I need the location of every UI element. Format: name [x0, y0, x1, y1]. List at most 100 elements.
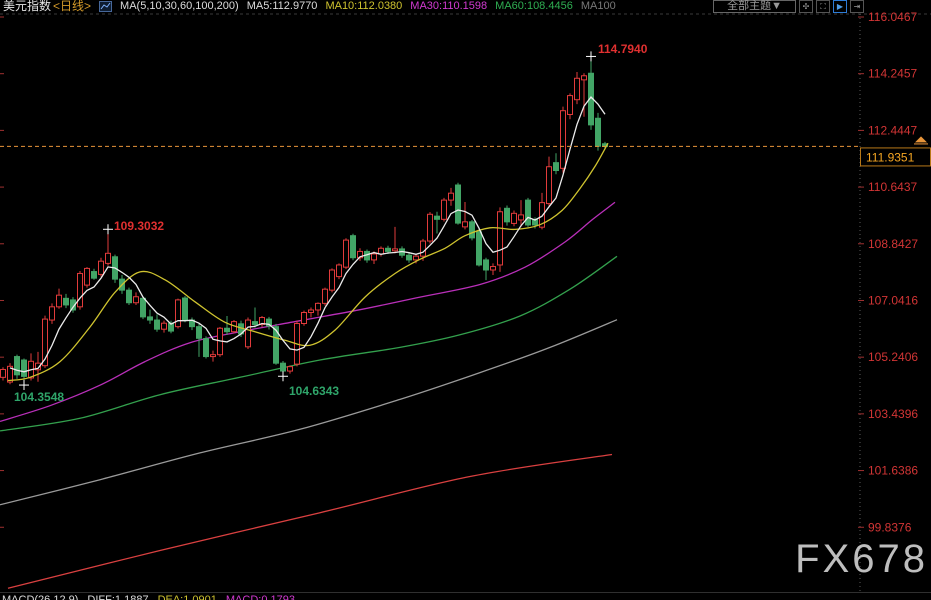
watermark: FX678	[795, 537, 928, 582]
annotations: 114.7940 109.3032 104.3548 104.6343	[14, 42, 648, 404]
candle	[1, 367, 6, 380]
y-axis-label: 101.6386	[868, 464, 918, 478]
candle	[323, 288, 328, 306]
auto-follow-icon-button[interactable]: ▶	[833, 0, 847, 13]
candle	[50, 303, 55, 323]
candle	[470, 220, 475, 240]
candle	[64, 294, 69, 308]
candle	[505, 205, 510, 225]
candle	[393, 227, 398, 253]
y-axis-label: 114.2457	[868, 67, 917, 81]
candle	[547, 157, 552, 206]
macd-footer: MACD(26,12,9) DIFF:1.1887 DEA:1.0901 MAC…	[2, 594, 295, 600]
candle	[204, 336, 209, 358]
ma-line-ma5	[10, 97, 605, 372]
macd-params-label: MACD(26,12,9)	[2, 594, 78, 600]
y-axis-label: 103.4396	[868, 407, 918, 421]
candle	[491, 263, 496, 275]
price-annotation: 104.6343	[289, 384, 339, 398]
current-price-value: 111.9351	[866, 150, 915, 164]
ma-settings-label[interactable]: MA(5,10,30,60,100,200)	[120, 0, 239, 13]
candle	[428, 212, 433, 243]
price-annotation: 114.7940	[598, 42, 648, 56]
macd-diff-readout: DIFF:1.1887	[87, 594, 148, 600]
candle	[337, 263, 342, 279]
candle	[351, 234, 356, 260]
y-axis-label: 107.0416	[868, 293, 918, 307]
candle	[554, 153, 559, 174]
candle	[176, 299, 181, 329]
toolbar-right-cluster: 全部主题▼ ✣ ⛶ ▶ ⇥	[713, 0, 864, 13]
candles	[1, 56, 608, 385]
candle	[78, 271, 83, 310]
ma60-readout: MA60:108.4456	[495, 0, 573, 13]
toolbar: 美元指数 <日线> MA(5,10,30,60,100,200) MA5:112…	[0, 0, 931, 13]
candle	[183, 296, 188, 322]
charting-app: 116.0467114.2457112.4447110.6437108.8427…	[0, 0, 931, 600]
candle	[498, 207, 503, 272]
candle	[267, 317, 272, 330]
candle	[190, 318, 195, 331]
candle	[596, 113, 601, 151]
candle	[316, 302, 321, 315]
candle	[106, 229, 111, 265]
ma-line-ma60	[0, 256, 617, 431]
all-themes-button[interactable]: 全部主题▼	[713, 0, 796, 13]
candle	[260, 316, 265, 327]
pan-right-icon: ⇥	[854, 2, 861, 11]
candle	[302, 311, 307, 326]
price-annotation: 109.3032	[114, 219, 164, 233]
ma5-readout: MA5:112.9770	[247, 0, 318, 13]
candle	[365, 250, 370, 263]
candle	[288, 365, 293, 373]
candle	[344, 238, 349, 269]
candle	[484, 258, 489, 280]
fit-frame-icon-button[interactable]: ⛶	[816, 0, 830, 13]
ma30-readout: MA30:110.1598	[410, 0, 487, 13]
candle	[512, 210, 517, 226]
candle	[575, 72, 580, 104]
candle	[477, 229, 482, 266]
ma10-readout: MA10:112.0380	[325, 0, 402, 13]
grid-layout-icon-button[interactable]: ✣	[799, 0, 813, 13]
candle	[589, 56, 594, 129]
ma-line-ma100	[0, 320, 617, 505]
candle	[463, 202, 468, 229]
price-annotation: 104.3548	[14, 390, 64, 404]
ma100-readout: MA100	[581, 0, 616, 13]
symbol-name[interactable]: 美元指数	[3, 0, 51, 13]
candle	[561, 107, 566, 173]
candle	[99, 258, 104, 277]
auto-follow-icon: ▶	[837, 2, 843, 11]
candle	[435, 212, 440, 234]
ma-lines-fast	[8, 97, 608, 381]
candle	[211, 351, 216, 362]
candle	[309, 307, 314, 317]
price-chart-canvas[interactable]: 116.0467114.2457112.4447110.6437108.8427…	[0, 0, 931, 600]
y-axis-label: 99.8376	[868, 520, 912, 534]
fit-frame-icon: ⛶	[820, 2, 826, 11]
current-price-label[interactable]: 111.9351	[861, 136, 931, 166]
candle	[155, 314, 160, 331]
ma-line-ma200	[8, 455, 612, 589]
pan-right-icon-button[interactable]: ⇥	[850, 0, 864, 13]
candle	[253, 307, 258, 327]
y-axis-label: 105.2406	[868, 350, 918, 364]
candle	[407, 253, 412, 263]
candle	[456, 183, 461, 225]
candle	[85, 267, 90, 287]
candle	[449, 188, 454, 206]
candle	[134, 292, 139, 305]
candle	[127, 288, 132, 305]
y-axis-label: 112.4447	[868, 123, 917, 137]
candle	[442, 198, 447, 222]
macd-value-readout: MACD:0.1793	[226, 594, 295, 600]
y-axis-label: 108.8427	[868, 237, 918, 251]
chart-type-icon[interactable]	[99, 1, 112, 12]
candle	[148, 310, 153, 324]
candle	[330, 268, 335, 292]
macd-dea-readout: DEA:1.0901	[158, 594, 217, 600]
y-axis-label: 110.6437	[868, 180, 917, 194]
period-label[interactable]: <日线>	[53, 0, 91, 13]
candle	[246, 318, 251, 349]
